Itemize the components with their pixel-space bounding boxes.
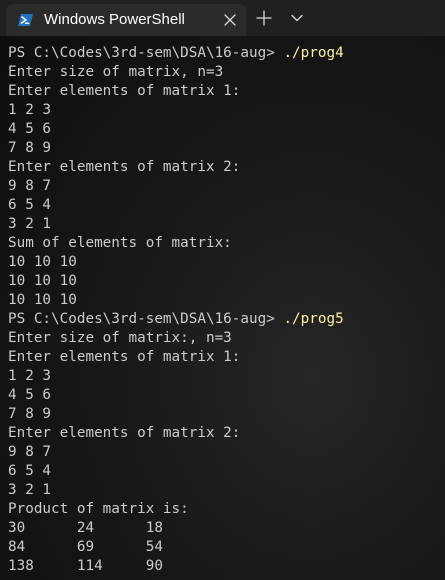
command-text: ./prog4 xyxy=(283,45,344,61)
close-icon[interactable] xyxy=(223,13,237,27)
plus-icon[interactable] xyxy=(256,10,272,26)
output-line: 4 5 6 xyxy=(8,121,52,137)
output-line: 84 69 54 xyxy=(8,539,163,555)
output-line: 9 8 7 xyxy=(8,178,52,194)
output-line: 6 5 4 xyxy=(8,463,52,479)
prompt-text: PS C:\Codes\3rd-sem\DSA\16-aug> xyxy=(8,311,284,327)
powershell-window: Windows PowerShell PS C:\Codes\3rd-sem\D… xyxy=(0,0,445,580)
output-line: 7 8 9 xyxy=(8,406,52,422)
output-line: Enter size of matrix, n=3 xyxy=(8,64,224,80)
output-line: 4 5 6 xyxy=(8,387,52,403)
output-line: 6 5 4 xyxy=(8,197,52,213)
output-line: Enter elements of matrix 1: xyxy=(8,83,241,99)
command-text: ./prog5 xyxy=(283,311,344,327)
output-line: 10 10 10 xyxy=(8,292,77,308)
output-line: Sum of elements of matrix: xyxy=(8,235,232,251)
output-line: 1 2 3 xyxy=(8,102,52,118)
terminal-output[interactable]: PS C:\Codes\3rd-sem\DSA\16-aug> ./prog4 E… xyxy=(8,44,445,576)
prompt-line: PS C:\Codes\3rd-sem\DSA\16-aug> ./prog4 xyxy=(8,44,445,63)
chevron-down-icon[interactable] xyxy=(290,13,304,23)
prompt-line: PS C:\Codes\3rd-sem\DSA\16-aug> ./prog5 xyxy=(8,310,445,329)
output-line: Enter elements of matrix 1: xyxy=(8,349,241,365)
tab-title: Windows PowerShell xyxy=(44,11,185,28)
powershell-icon xyxy=(18,14,33,26)
output-line: 3 2 1 xyxy=(8,216,52,232)
tab-powershell[interactable]: Windows PowerShell xyxy=(6,4,246,36)
output-line: 10 10 10 xyxy=(8,273,77,289)
output-line: Enter elements of matrix 2: xyxy=(8,425,241,441)
output-line: 3 2 1 xyxy=(8,482,52,498)
output-line: 1 2 3 xyxy=(8,368,52,384)
output-line: 9 8 7 xyxy=(8,444,52,460)
tab-bar: Windows PowerShell xyxy=(0,0,445,36)
output-line: Enter elements of matrix 2: xyxy=(8,159,241,175)
output-line: 138 114 90 xyxy=(8,558,163,574)
output-line: Product of matrix is: xyxy=(8,501,189,517)
output-line: 30 24 18 xyxy=(8,520,163,536)
output-line: Enter size of matrix:, n=3 xyxy=(8,330,232,346)
prompt-text: PS C:\Codes\3rd-sem\DSA\16-aug> xyxy=(8,45,284,61)
output-line: 7 8 9 xyxy=(8,140,52,156)
output-line: 10 10 10 xyxy=(8,254,77,270)
